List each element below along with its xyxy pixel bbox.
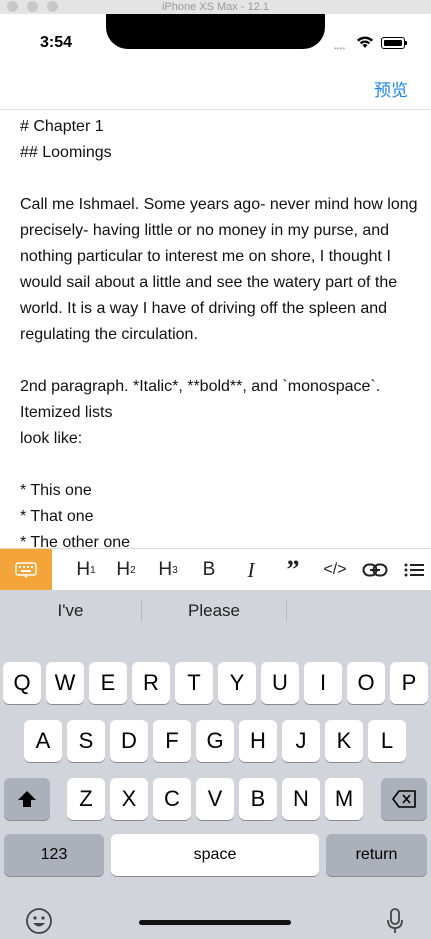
italic-button[interactable]: I: [236, 549, 266, 591]
key-b[interactable]: B: [239, 778, 277, 820]
nav-divider: [0, 109, 431, 110]
key-h[interactable]: H: [239, 720, 277, 762]
signal-icon: ••••: [334, 44, 346, 53]
key-p[interactable]: P: [390, 662, 428, 704]
markdown-toolbar: H1 H2 H3 B I ” </>: [0, 548, 431, 591]
key-s[interactable]: S: [67, 720, 105, 762]
key-j[interactable]: J: [282, 720, 320, 762]
status-time: 3:54: [40, 34, 73, 51]
preview-button[interactable]: 预览: [374, 76, 408, 101]
shift-key[interactable]: [4, 778, 50, 820]
key-k[interactable]: K: [325, 720, 363, 762]
key-g[interactable]: G: [196, 720, 234, 762]
link-button[interactable]: [360, 549, 390, 591]
keyboard-icon: [15, 562, 37, 578]
list-icon: [404, 563, 424, 577]
key-u[interactable]: U: [261, 662, 299, 704]
emoji-icon: [26, 908, 52, 934]
key-m[interactable]: M: [325, 778, 363, 820]
key-q[interactable]: Q: [3, 662, 41, 704]
heading-1-button[interactable]: H1: [70, 549, 102, 591]
key-o[interactable]: O: [347, 662, 385, 704]
battery-icon: [381, 37, 405, 49]
space-key[interactable]: space: [111, 834, 319, 876]
heading-3-button[interactable]: H3: [152, 549, 184, 591]
shift-icon: [18, 791, 36, 807]
quote-button[interactable]: ”: [278, 549, 308, 591]
key-r[interactable]: R: [132, 662, 170, 704]
delete-key[interactable]: [381, 778, 427, 820]
key-c[interactable]: C: [153, 778, 191, 820]
key-v[interactable]: V: [196, 778, 234, 820]
key-y[interactable]: Y: [218, 662, 256, 704]
bold-button[interactable]: B: [194, 549, 224, 591]
link-icon: [362, 563, 388, 577]
return-key[interactable]: return: [326, 834, 427, 876]
keyboard-toggle-button[interactable]: [0, 549, 52, 591]
emoji-button[interactable]: [22, 904, 56, 938]
key-f[interactable]: F: [153, 720, 191, 762]
microphone-icon: [387, 908, 403, 933]
suggestion-2[interactable]: Please: [142, 590, 286, 632]
dictation-button[interactable]: [380, 904, 410, 938]
key-w[interactable]: W: [46, 662, 84, 704]
wifi-icon: [357, 36, 373, 48]
numbers-key[interactable]: 123: [4, 834, 104, 876]
suggestion-1[interactable]: I've: [0, 590, 141, 632]
key-e[interactable]: E: [89, 662, 127, 704]
key-i[interactable]: I: [304, 662, 342, 704]
heading-2-button[interactable]: H2: [110, 549, 142, 591]
key-a[interactable]: A: [24, 720, 62, 762]
list-button[interactable]: [404, 549, 431, 591]
suggestion-3[interactable]: [287, 590, 431, 632]
simulator-title: iPhone XS Max - 12.1: [161, 1, 269, 13]
key-t[interactable]: T: [175, 662, 213, 704]
key-l[interactable]: L: [368, 720, 406, 762]
keyboard: I've Please QWERTYUIOP ASDFGHJKL ZXCVBNM…: [0, 590, 431, 939]
notch: [106, 14, 325, 49]
backspace-icon: [392, 790, 416, 808]
simulator-title-bar: iPhone XS Max - 12.1: [0, 0, 431, 14]
key-n[interactable]: N: [282, 778, 320, 820]
home-indicator[interactable]: [139, 920, 291, 925]
markdown-editor[interactable]: # Chapter 1 ## Loomings Call me Ishmael.…: [20, 114, 420, 547]
key-x[interactable]: X: [110, 778, 148, 820]
key-z[interactable]: Z: [67, 778, 105, 820]
phone-screen: 3:54 •••• 预览 # Chapter 1 ## Loomings Cal…: [0, 14, 431, 939]
code-button[interactable]: </>: [318, 549, 352, 591]
key-d[interactable]: D: [110, 720, 148, 762]
